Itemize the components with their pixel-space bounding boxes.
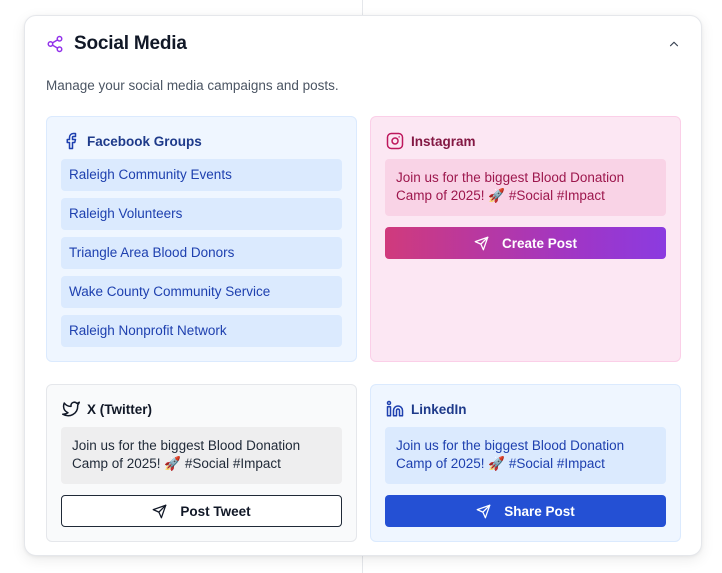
instagram-post-message: Join us for the biggest Blood Donation C… (385, 159, 666, 216)
linkedin-panel-title: LinkedIn (411, 401, 467, 417)
share-post-button[interactable]: Share Post (385, 495, 666, 527)
facebook-panel-header: Facebook Groups (62, 132, 202, 150)
send-icon (152, 504, 167, 519)
create-post-label: Create Post (501, 235, 578, 251)
instagram-panel-header: Instagram (386, 132, 476, 150)
chevron-up-icon[interactable] (667, 37, 681, 51)
facebook-group-item[interactable]: Raleigh Nonprofit Network (61, 315, 342, 347)
linkedin-panel: LinkedIn Join us for the biggest Blood D… (370, 384, 681, 542)
twitter-panel-header: X (Twitter) (62, 400, 152, 418)
post-tweet-button[interactable]: Post Tweet (61, 495, 342, 527)
facebook-group-item[interactable]: Wake County Community Service (61, 276, 342, 308)
social-media-card: Social Media Manage your social media ca… (24, 15, 702, 556)
card-title: Social Media (74, 33, 187, 54)
facebook-groups-list: Raleigh Community Events Raleigh Volunte… (61, 159, 342, 354)
facebook-panel-title: Facebook Groups (87, 133, 202, 149)
facebook-icon (62, 132, 80, 150)
send-icon (476, 504, 491, 519)
share-icon (46, 35, 64, 53)
share-post-label: Share Post (504, 503, 575, 519)
facebook-group-item[interactable]: Triangle Area Blood Donors (61, 237, 342, 269)
card-header[interactable]: Social Media (46, 33, 681, 55)
instagram-icon (386, 132, 404, 150)
send-icon (474, 236, 489, 251)
twitter-panel-title: X (Twitter) (87, 401, 152, 417)
facebook-group-item[interactable]: Raleigh Community Events (61, 159, 342, 191)
create-post-button[interactable]: Create Post (385, 227, 666, 259)
facebook-group-item[interactable]: Raleigh Volunteers (61, 198, 342, 230)
linkedin-icon (386, 400, 404, 418)
instagram-panel-title: Instagram (411, 133, 476, 149)
linkedin-panel-header: LinkedIn (386, 400, 467, 418)
twitter-panel: X (Twitter) Join us for the biggest Bloo… (46, 384, 357, 542)
linkedin-post-message: Join us for the biggest Blood Donation C… (385, 427, 666, 484)
instagram-panel: Instagram Join us for the biggest Blood … (370, 116, 681, 362)
facebook-groups-panel: Facebook Groups Raleigh Community Events… (46, 116, 357, 362)
twitter-bird-icon (62, 400, 80, 418)
post-tweet-label: Post Tweet (180, 503, 251, 519)
card-description: Manage your social media campaigns and p… (46, 78, 339, 93)
twitter-post-message: Join us for the biggest Blood Donation C… (61, 427, 342, 484)
